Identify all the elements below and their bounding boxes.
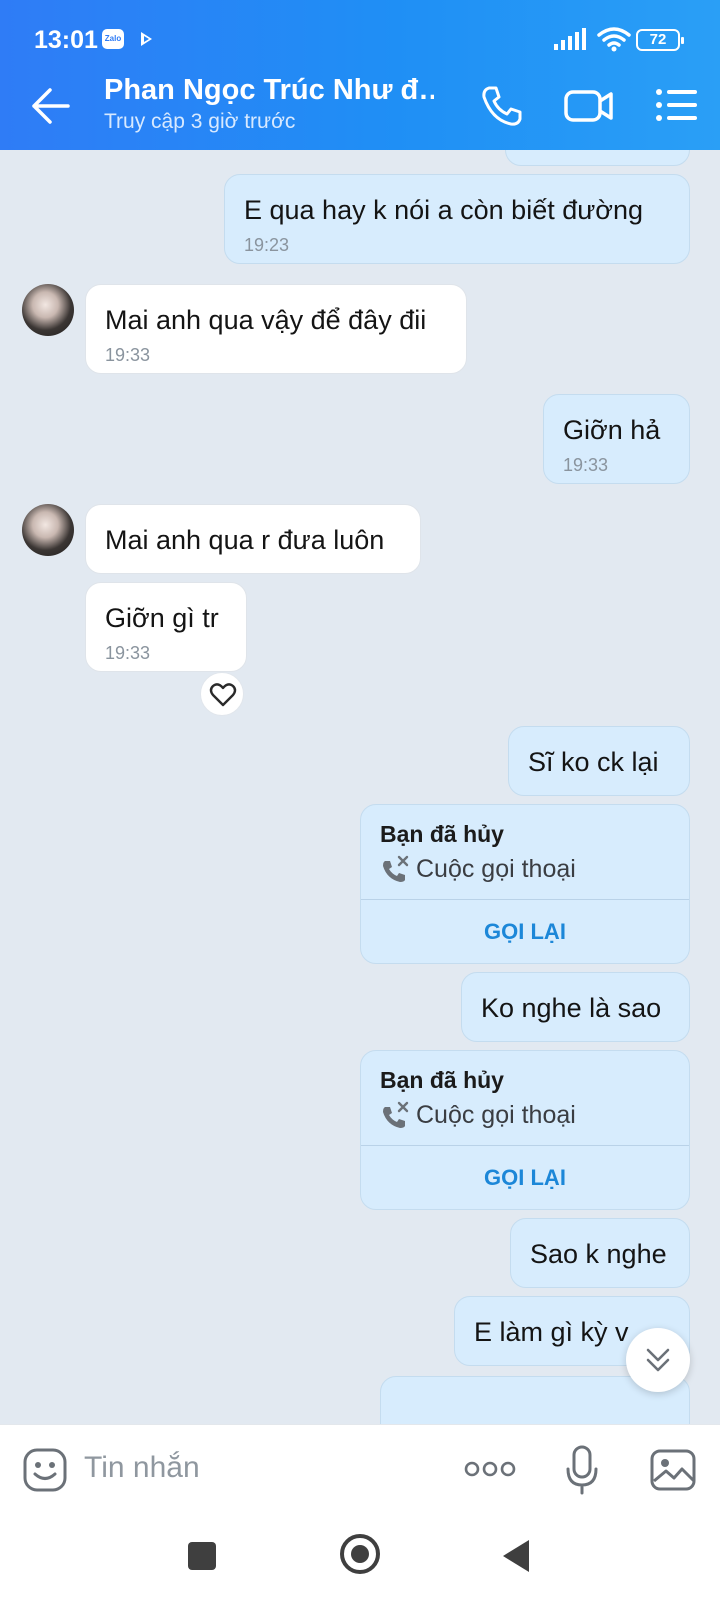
call-back-button[interactable]: GỌI LẠI	[361, 1145, 689, 1211]
call-back-button[interactable]: GỌI LẠI	[361, 899, 689, 965]
avatar[interactable]	[22, 504, 74, 556]
play-notification-icon	[141, 32, 152, 46]
video-icon[interactable]	[564, 88, 614, 124]
last-seen-status: Truy cập 3 giờ trước	[104, 110, 296, 133]
message-text: Ko nghe là sao	[481, 993, 662, 1023]
message-bubble[interactable]: Ko nghe là sao	[461, 972, 690, 1042]
react-button[interactable]	[200, 672, 244, 716]
message-time: 19:33	[105, 643, 151, 663]
app-header: 13:01 Zalo 72 Phan Ngọc Trúc Như đ… Truy…	[0, 0, 720, 150]
home-button[interactable]	[340, 1534, 380, 1574]
back-icon[interactable]	[30, 86, 72, 126]
message-input[interactable]: Tin nhắn	[84, 1451, 200, 1485]
message-bubble[interactable]: Sao k nghe	[510, 1218, 690, 1288]
scroll-to-bottom-button[interactable]	[626, 1328, 690, 1392]
message-text: Giỡn gì tr	[105, 603, 219, 633]
mic-icon[interactable]	[566, 1445, 598, 1495]
avatar[interactable]	[22, 284, 74, 336]
message-text: Mai anh qua vậy để đây đii	[105, 305, 427, 335]
wifi-icon	[597, 27, 631, 52]
message-time: 19:33	[105, 345, 151, 365]
missed-call-icon	[383, 855, 409, 882]
call-status: Bạn đã hủy	[380, 1067, 504, 1093]
message-time: 19:23	[244, 235, 290, 255]
image-icon[interactable]	[650, 1449, 696, 1491]
call-type: Cuộc gọi thoại	[416, 855, 576, 883]
call-card: Bạn đã hủy Cuộc gọi thoại GỌI LẠI	[360, 1050, 690, 1210]
missed-call-icon	[383, 1101, 409, 1128]
message-text: Sĩ ko ck lại	[528, 747, 659, 777]
sticker-icon[interactable]	[22, 1447, 68, 1493]
message-text: E qua hay k nói a còn biết đường	[244, 195, 644, 225]
call-icon[interactable]	[480, 84, 524, 128]
message-text: Giỡn hả	[563, 415, 661, 445]
zalo-notification-icon: Zalo	[102, 29, 124, 49]
message-bubble[interactable]: Giỡn hả 19:33	[543, 394, 690, 484]
message-bubble[interactable]: E qua hay k nói a còn biết đường 19:23	[224, 174, 690, 264]
call-status: Bạn đã hủy	[380, 821, 504, 847]
message-text: Sao k nghe	[530, 1239, 667, 1269]
message-text: E làm gì kỳ v	[474, 1317, 629, 1347]
message-list[interactable]: E qua hay k nói a còn biết đường 19:23 M…	[0, 150, 720, 1424]
heart-icon	[209, 683, 237, 707]
menu-icon[interactable]	[655, 88, 697, 122]
call-type: Cuộc gọi thoại	[416, 1101, 576, 1129]
message-text: Mai anh qua r đưa luôn	[105, 525, 385, 555]
message-time: 19:33	[563, 455, 609, 475]
message-bubble[interactable]: Giỡn gì tr 19:33	[85, 582, 247, 672]
composer-bar: Tin nhắn	[0, 1424, 720, 1512]
message-bubble[interactable]: Sĩ ko ck lại	[508, 726, 690, 796]
message-bubble-partial[interactable]	[505, 150, 690, 166]
contact-name[interactable]: Phan Ngọc Trúc Như đ…	[104, 74, 434, 107]
status-time: 13:01	[34, 26, 98, 54]
recent-apps-button[interactable]	[188, 1542, 216, 1570]
message-bubble[interactable]: Mai anh qua r đưa luôn	[85, 504, 421, 574]
signal-icon	[554, 28, 586, 50]
status-bar: 13:01 Zalo 72	[0, 0, 720, 62]
chevron-down-icon	[646, 1348, 670, 1372]
system-back-button[interactable]	[503, 1540, 529, 1572]
message-bubble[interactable]: Mai anh qua vậy để đây đii 19:33	[85, 284, 467, 374]
battery-indicator: 72	[636, 29, 684, 51]
more-icon[interactable]	[464, 1459, 516, 1479]
call-card: Bạn đã hủy Cuộc gọi thoại GỌI LẠI	[360, 804, 690, 964]
system-nav-bar	[0, 1512, 720, 1600]
